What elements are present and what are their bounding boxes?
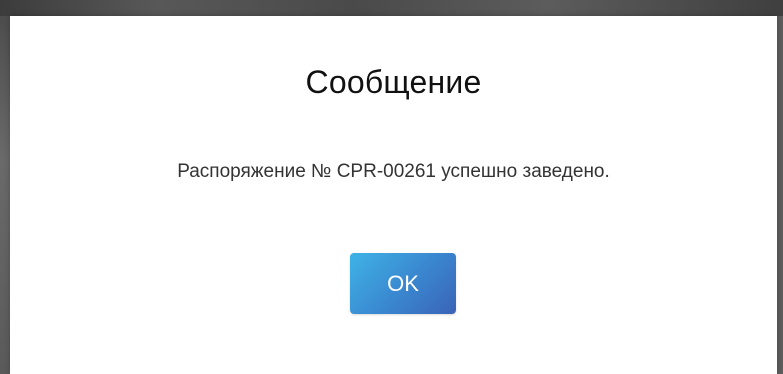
background-overlay-top (0, 0, 783, 16)
message-dialog: Сообщение Распоряжение № CPR-00261 успеш… (10, 16, 777, 374)
background-overlay-right (777, 16, 783, 374)
dialog-message: Распоряжение № CPR-00261 успешно заведен… (177, 161, 610, 182)
background-overlay-left (0, 16, 10, 374)
ok-button[interactable]: OK (350, 253, 456, 314)
dialog-title: Сообщение (305, 64, 482, 100)
